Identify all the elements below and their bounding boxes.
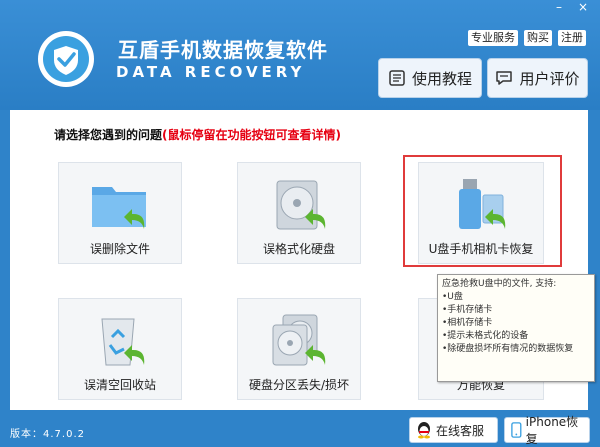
reviews-label: 用户评价 (519, 69, 580, 88)
tile-recycle-bin[interactable]: 误清空回收站 (58, 298, 182, 400)
tutorial-button[interactable]: 使用教程 (378, 58, 482, 98)
app-logo-icon (38, 31, 94, 87)
close-button[interactable]: × (572, 0, 594, 16)
tile-recycle-bin-label: 误清空回收站 (83, 378, 156, 392)
iphone-recovery-button[interactable]: iPhone恢复 (504, 415, 590, 446)
tooltip-line: •相机存储卡 (442, 318, 493, 328)
recycle-bin-icon (101, 318, 145, 366)
instruction-text: 请选择您遇到的问题(鼠标停留在功能按钮可查看详情) (54, 126, 341, 143)
version-text: 版本：4.7.0.2 (10, 429, 85, 440)
top-links: 专业服务 购买 注册 (468, 30, 586, 46)
buy-link[interactable]: 购买 (524, 30, 552, 46)
tile-deleted-files[interactable]: 误删除文件 (58, 162, 182, 264)
iphone-icon (511, 422, 522, 438)
online-support-button[interactable]: 在线客服 (409, 417, 498, 443)
folder-icon (92, 187, 146, 229)
iphone-recovery-label: iPhone恢复 (525, 415, 579, 446)
register-link[interactable]: 注册 (558, 30, 586, 46)
tile-formatted-disk[interactable]: 误格式化硬盘 (237, 162, 361, 264)
tile-partition-lost[interactable]: 硬盘分区丢失/损坏 (237, 298, 361, 400)
tooltip-line: •手机存储卡 (442, 305, 493, 315)
reviews-button[interactable]: 用户评价 (487, 58, 588, 98)
app-title: 互盾手机数据恢复软件 (118, 38, 328, 62)
tooltip-line: •提示未格式化的设备 (442, 331, 529, 341)
tooltip-line: •除硬盘损坏所有情况的数据恢复 (442, 344, 574, 354)
instruction-main: 请选择您遇到的问题 (54, 128, 163, 142)
tooltip-line: 应急抢救U盘中的文件, 支持: (442, 279, 557, 289)
book-icon (389, 70, 405, 86)
disk-icon (276, 180, 326, 230)
instruction-hint: (鼠标停留在功能按钮可查看详情) (162, 128, 341, 142)
qq-icon (418, 422, 430, 439)
tile-formatted-disk-label: 误格式化硬盘 (262, 242, 335, 256)
tile-partition-lost-label: 硬盘分区丢失/损坏 (248, 378, 350, 392)
tooltip-line: •U盘 (442, 292, 463, 302)
tile-deleted-files-label: 误删除文件 (89, 242, 150, 256)
pro-service-link[interactable]: 专业服务 (468, 30, 518, 46)
minimize-button[interactable]: – (548, 0, 570, 16)
comment-icon (496, 71, 513, 85)
app-subtitle: DATA RECOVERY (116, 63, 306, 81)
partition-icon (272, 314, 326, 366)
online-support-label: 在线客服 (436, 423, 485, 438)
tile-tooltip: 应急抢救U盘中的文件, 支持: •U盘 •手机存储卡 •相机存储卡 •提示未格式… (437, 274, 595, 382)
selection-highlight (403, 155, 562, 267)
tutorial-label: 使用教程 (411, 69, 472, 88)
